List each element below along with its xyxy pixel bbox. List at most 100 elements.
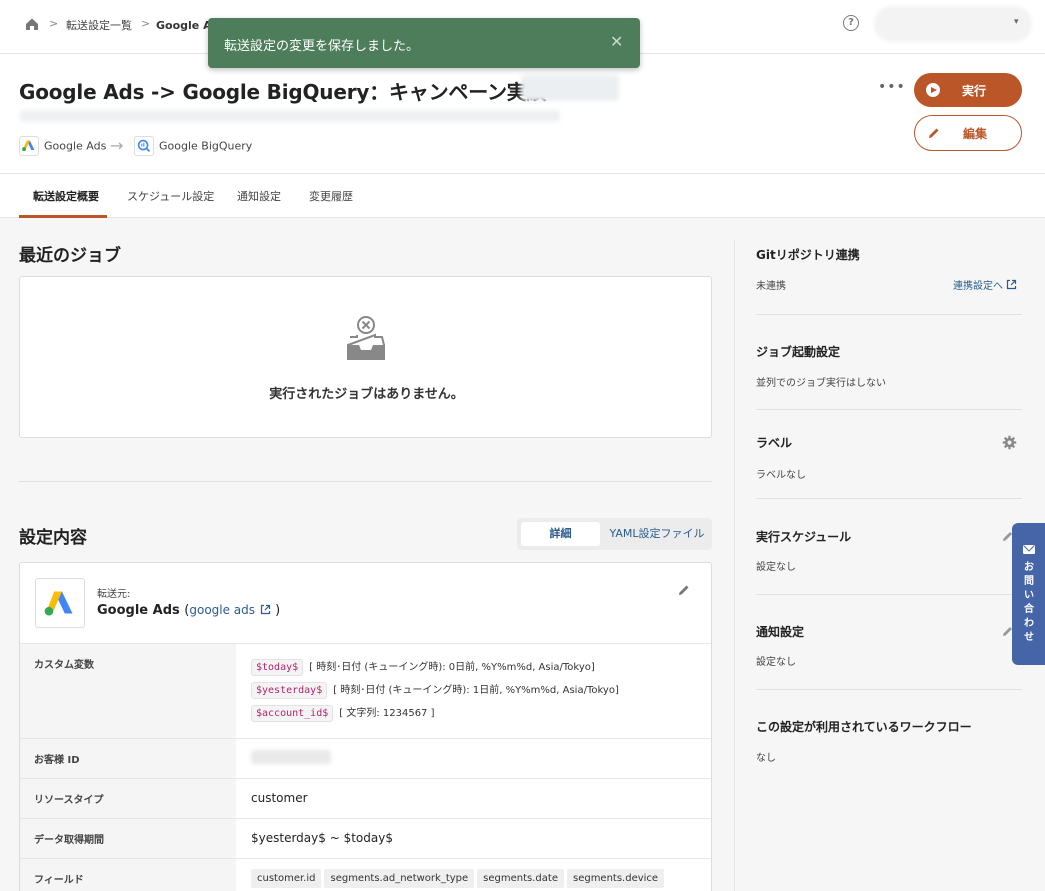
mail-icon (1023, 545, 1035, 554)
google-ads-logo (35, 578, 85, 628)
gear-icon[interactable] (1002, 435, 1017, 450)
contact-char: 合 (1024, 604, 1034, 615)
redacted-description (20, 110, 560, 122)
table-row: カスタム変数 $today$ [ 時刻･日付 (キューイング時): 0日前, %Y… (20, 643, 711, 738)
toast-message: 転送設定の変更を保存しました。 (224, 39, 420, 54)
row-value: $yesterday$ ~ $today$ (251, 831, 393, 845)
sidebar-divider (756, 594, 1022, 595)
bigquery-icon (134, 136, 154, 156)
var-desc: [ 時刻･日付 (キューイング時): 0日前, %Y%m%d, Asia/Tok… (309, 662, 595, 673)
home-icon[interactable] (24, 16, 40, 32)
sidebar-divider (734, 240, 735, 891)
section-divider (19, 481, 712, 482)
label-value: ラベルなし (756, 470, 806, 481)
job-start-title: ジョブ起動設定 (756, 345, 841, 359)
recent-jobs-card: 実行されたジョブはありません。 (19, 276, 712, 438)
destination-connector-label: Google BigQuery (159, 139, 253, 153)
var-desc: [ 時刻･日付 (キューイング時): 1日前, %Y%m%d, Asia/Tok… (333, 685, 619, 696)
schedule-title: 実行スケジュール (756, 530, 852, 544)
table-row: リソースタイプ customer (20, 778, 711, 818)
table-row: データ取得期間 $yesterday$ ~ $today$ (20, 818, 711, 858)
var-name: $yesterday$ (251, 682, 328, 699)
google-ads-icon (19, 136, 39, 156)
source-name-line: Google Ads (google ads ) (97, 603, 280, 618)
edit-button[interactable]: 編集 (914, 115, 1022, 151)
user-menu[interactable] (874, 6, 1032, 42)
tab-bar: 転送設定概要 スケジュール設定 通知設定 変更履歴 (0, 174, 1045, 218)
chevron-down-icon[interactable]: ▾ (1014, 17, 1019, 27)
close-icon[interactable]: ✕ (610, 32, 623, 51)
table-row: お客様 ID (20, 738, 711, 778)
paren-close: ) (275, 603, 281, 618)
contact-label: お 問 い 合 わ せ (1022, 561, 1036, 645)
row-value: customer.id segments.ad_network_type segme… (236, 859, 711, 891)
field-chip: segments.device (566, 869, 665, 888)
source-connector: Google Ads (19, 136, 106, 156)
play-icon (926, 83, 940, 97)
chevron-right-icon: > (141, 17, 151, 30)
notify-value: 設定なし (756, 657, 796, 668)
pencil-icon (929, 128, 939, 138)
contact-char: わ (1024, 618, 1034, 629)
pencil-icon[interactable] (677, 583, 691, 597)
sidebar-divider (756, 498, 1022, 499)
run-button-label: 実行 (962, 84, 987, 98)
page-header: Google Ads -> Google BigQuery：キャンペーン実績 G… (0, 54, 1045, 174)
contact-tab[interactable]: お 問 い 合 わ せ (1012, 523, 1045, 665)
success-toast: 転送設定の変更を保存しました。 ✕ (208, 18, 640, 68)
var-name: $today$ (251, 659, 304, 676)
workflow-title: この設定が利用されているワークフロー (756, 720, 972, 734)
tab-history[interactable]: 変更履歴 (309, 188, 353, 204)
redacted-title-suffix (521, 75, 619, 101)
page-title: Google Ads -> Google BigQuery：キャンペーン実績 (19, 80, 547, 104)
view-toggle: 詳細 YAML設定ファイル (517, 518, 712, 550)
more-options-icon[interactable]: ••• (878, 79, 906, 95)
edit-button-label: 編集 (963, 127, 988, 141)
schedule-value: 設定なし (756, 562, 796, 573)
tab-notification[interactable]: 通知設定 (237, 188, 281, 204)
source-link[interactable]: google ads (189, 603, 255, 617)
redacted-customer-id (251, 750, 331, 764)
external-link-icon[interactable] (260, 604, 271, 615)
sidebar-divider (756, 409, 1022, 410)
sidebar-divider (756, 314, 1022, 315)
custom-var: $yesterday$ [ 時刻･日付 (キューイング時): 1日前, %Y%m%… (251, 681, 619, 699)
row-key: フィールド (20, 859, 236, 891)
source-connector-label: Google Ads (44, 139, 107, 153)
source-name: Google Ads (97, 603, 180, 618)
destination-connector: Google BigQuery (134, 136, 252, 156)
tab-overview[interactable]: 転送設定概要 (33, 188, 99, 204)
contact-char: い (1024, 590, 1034, 601)
empty-jobs-message: 実行されたジョブはありません。 (269, 387, 464, 402)
row-value: $today$ [ 時刻･日付 (キューイング時): 0日前, %Y%m%d, A… (236, 644, 711, 738)
toggle-detail[interactable]: 詳細 (521, 522, 600, 546)
settings-title: 設定内容 (19, 528, 87, 548)
git-settings-link[interactable]: 連携設定へ (953, 277, 1017, 292)
job-start-value: 並列でのジョブ実行はしない (756, 378, 886, 389)
contact-char: せ (1024, 632, 1034, 643)
field-chip: segments.date (477, 869, 564, 888)
row-key: お客様 ID (20, 739, 236, 778)
git-settings-link-label: 連携設定へ (953, 281, 1003, 292)
workflow-value: なし (756, 753, 776, 764)
table-row: フィールド customer.id segments.ad_network_typ… (20, 858, 711, 891)
arrow-right-icon: → (110, 136, 124, 155)
run-button[interactable]: 実行 (914, 73, 1022, 107)
chevron-right-icon: > (49, 17, 59, 30)
field-chip: segments.ad_network_type (324, 869, 475, 888)
row-value (236, 739, 711, 778)
tab-schedule[interactable]: スケジュール設定 (127, 188, 214, 204)
sidebar-divider (756, 689, 1022, 690)
toggle-yaml[interactable]: YAML設定ファイル (607, 522, 707, 546)
empty-inbox-icon (347, 316, 385, 360)
git-title: Gitリポジトリ連携 (756, 248, 860, 262)
breadcrumb-item-list[interactable]: 転送設定一覧 (66, 17, 132, 33)
notify-title: 通知設定 (756, 625, 805, 639)
row-key: リソースタイプ (20, 779, 236, 818)
source-label: 転送元: (97, 589, 131, 600)
external-link-icon (1007, 279, 1017, 290)
recent-jobs-title: 最近のジョブ (19, 246, 121, 266)
help-icon[interactable]: ? (843, 15, 859, 31)
active-tab-indicator (19, 215, 107, 218)
custom-var: $today$ [ 時刻･日付 (キューイング時): 0日前, %Y%m%d, A… (251, 658, 595, 676)
